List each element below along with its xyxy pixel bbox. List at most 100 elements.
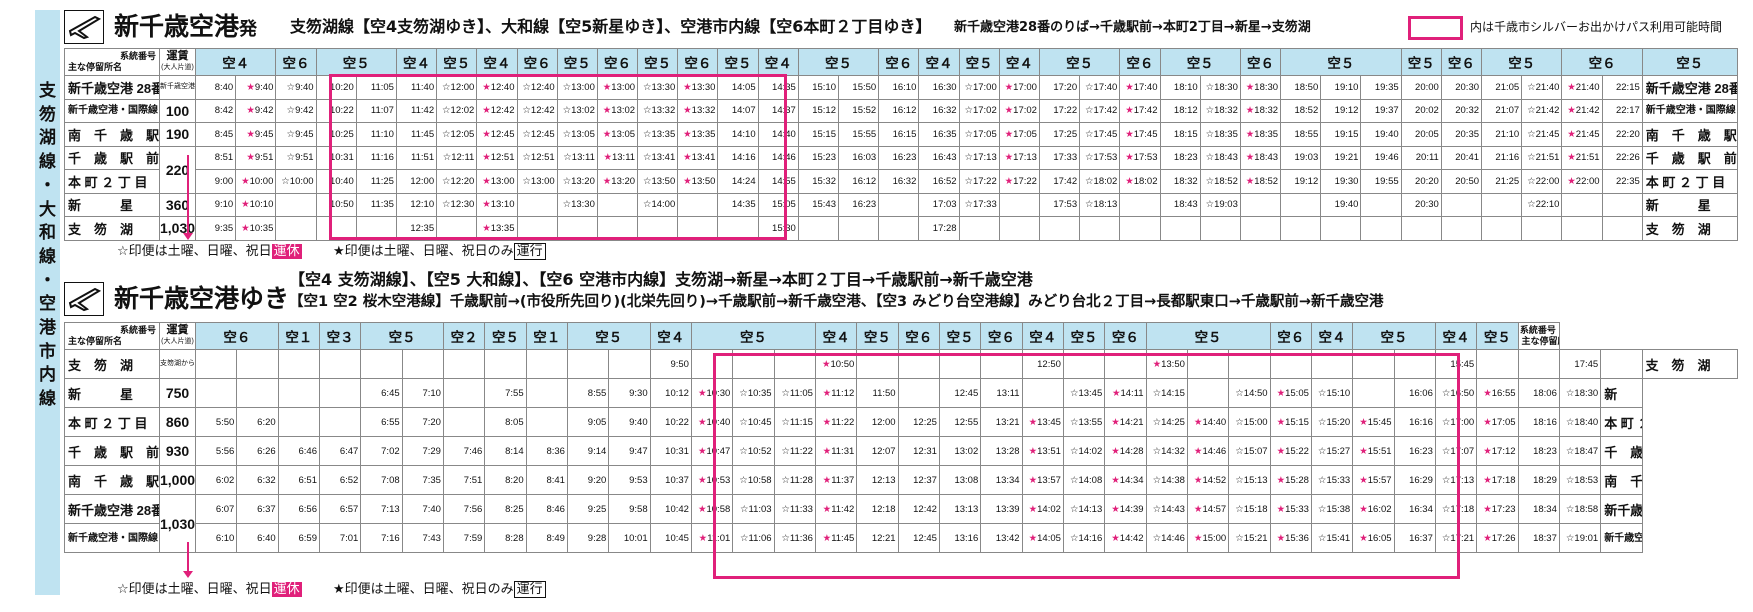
- route-number-header: 空５: [436, 48, 478, 76]
- departure-time: [998, 216, 1040, 241]
- departure-time: 20:20: [1400, 169, 1442, 194]
- departure-time: ★9:40: [235, 75, 277, 100]
- route-number-header: 空５: [315, 48, 397, 76]
- departure-time: ★21:40: [1561, 75, 1603, 100]
- departure-time: ☆12:45: [516, 122, 558, 147]
- departure-time: [878, 192, 920, 217]
- stop-name-right: 南 千 歳 駅: [1641, 122, 1738, 147]
- departure-time: [1119, 216, 1161, 241]
- departure-time: ☆17:13: [958, 145, 1000, 170]
- departure-time: [1476, 349, 1519, 379]
- departure-time: 10:42: [649, 494, 692, 524]
- route-number-header: 空４: [476, 48, 518, 76]
- departure-time: 12:55: [938, 407, 982, 437]
- departure-time: 12:50: [1021, 349, 1064, 379]
- departure-time: 18:34: [1517, 494, 1560, 524]
- departure-time: ★18:52: [1239, 169, 1282, 194]
- departure-time: ☆15:13: [1228, 465, 1271, 495]
- route-number-header: 空４: [814, 322, 858, 350]
- departure-time: 5:56: [194, 436, 238, 466]
- departure-time: ☆13:50: [637, 169, 679, 194]
- departure-time: ★16:02: [1352, 494, 1395, 524]
- timetable-row: 南 千 歳 駅 190 8:45 ★9:45 ☆9:45 10:25 11:10 11:45 ☆…: [64, 122, 1738, 147]
- departure-time: 16:34: [1393, 494, 1436, 524]
- departure-time: ☆12:00: [436, 75, 478, 100]
- departure-time: ☆13:05: [556, 122, 598, 147]
- departure-time: ☆17:21: [1434, 523, 1478, 553]
- departure-time: [442, 349, 486, 379]
- route-number-header: 空４: [649, 322, 692, 350]
- departure-time: ☆18:02: [1079, 169, 1121, 194]
- departure-time: ★10:30: [690, 378, 734, 408]
- departure-time: 10:37: [649, 465, 692, 495]
- departure-time: 16:32: [878, 169, 920, 194]
- departure-time: 18:55: [1280, 122, 1322, 147]
- route-number-header: 空５: [1038, 48, 1121, 76]
- departure-time: ☆17:53: [1079, 145, 1121, 170]
- route-number-header: 空６: [878, 48, 920, 76]
- departure-time: [1186, 378, 1230, 408]
- departure-time: [1228, 349, 1271, 379]
- departure-time: ☆22:00: [1521, 169, 1563, 194]
- departure-time: ★15:22: [1269, 436, 1312, 466]
- departure-time: 6:46: [277, 436, 320, 466]
- departure-time: [318, 407, 362, 437]
- line-name-sidebar: 支笏湖線・大和線・空港市内線: [35, 10, 60, 595]
- departure-time: ☆9:42: [275, 98, 317, 123]
- departure-time: 10:31: [649, 436, 692, 466]
- route-number-header: 空４: [194, 48, 277, 76]
- departure-time: ★13:00: [596, 75, 639, 100]
- departure-time: ☆13:20: [556, 169, 598, 194]
- stop-name: 本 町 ２ 丁 目: [64, 407, 160, 437]
- departure-time: ★13:32: [677, 98, 719, 123]
- departure-time: 9:30: [608, 378, 651, 408]
- departure-time: [856, 349, 899, 379]
- departure-time: ★17:05: [998, 122, 1040, 147]
- departure-time: 16:03: [837, 145, 880, 170]
- departure-time: 19:03: [1280, 145, 1322, 170]
- departure-time: 11:10: [355, 122, 397, 147]
- departure-time: 6:59: [277, 523, 320, 553]
- departure-time: ☆15:21: [1228, 523, 1271, 553]
- departure-time: 18:16: [1517, 407, 1560, 437]
- departure-time: 9:28: [566, 523, 610, 553]
- departure-time: [318, 378, 362, 408]
- departure-time: ★18:02: [1119, 169, 1161, 194]
- departure-time: 12:18: [856, 494, 899, 524]
- departure-time: ☆11:33: [773, 494, 816, 524]
- departure-time: 8:25: [484, 494, 527, 524]
- departure-time: 21:16: [1481, 145, 1523, 170]
- departure-time: ★10:50: [814, 349, 858, 379]
- departure-time: 14:40: [757, 122, 799, 147]
- departure-time: 14:05: [717, 75, 759, 100]
- departure-time: 18:43: [1159, 192, 1201, 217]
- departure-time: ★10:58: [690, 494, 734, 524]
- departure-time: 7:43: [401, 523, 444, 553]
- departure-time: 6:52: [318, 465, 362, 495]
- departure-time: 16:16: [1393, 407, 1436, 437]
- departure-time: 10:40: [315, 169, 357, 194]
- departure-time: ☆11:36: [773, 523, 816, 553]
- route-number-header: 空２: [442, 322, 486, 350]
- departure-time: 21:10: [1481, 122, 1523, 147]
- departure-time: [236, 378, 279, 408]
- departure-time: 22:26: [1601, 145, 1643, 170]
- departure-time: [837, 216, 880, 241]
- departure-time: 8:42: [194, 98, 237, 123]
- departure-time: 10:01: [608, 523, 651, 553]
- departure-time: ☆15:41: [1310, 523, 1354, 553]
- departure-time: ☆12:42: [516, 98, 558, 123]
- departure-time: 8:05: [484, 407, 527, 437]
- departure-time: 9:40: [608, 407, 651, 437]
- departure-time: 9:53: [608, 465, 651, 495]
- route-number-header: 空１: [277, 322, 320, 350]
- legend-text: 内は千歳市シルバーお出かけパス利用可能時間: [1470, 20, 1723, 34]
- departure-time: 18:23: [1159, 145, 1201, 170]
- route-number-header: 空６: [677, 48, 719, 76]
- departure-time: 13:28: [980, 436, 1023, 466]
- departure-time: ☆14:46: [1145, 523, 1188, 553]
- departure-time: 6:26: [236, 436, 279, 466]
- departure-time: ☆13:00: [556, 75, 598, 100]
- departure-time: 19:40: [1360, 122, 1402, 147]
- route-number-header: 空５: [1481, 48, 1563, 76]
